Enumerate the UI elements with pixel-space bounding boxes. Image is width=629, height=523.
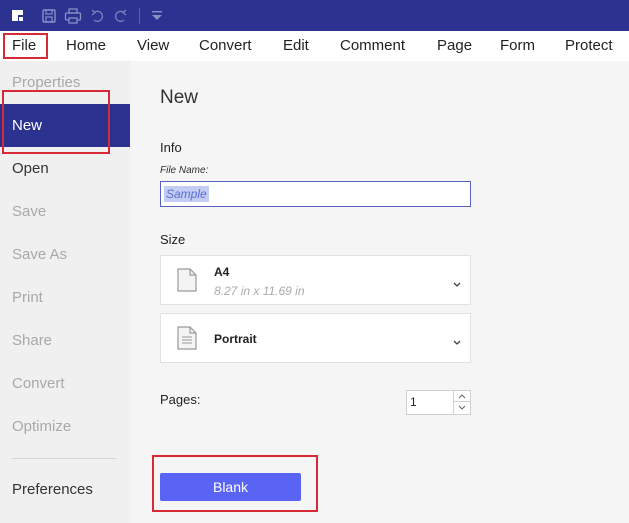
sidebar-item-share[interactable]: Share bbox=[12, 333, 52, 349]
spinner-down-icon[interactable] bbox=[454, 402, 470, 413]
chevron-down-icon bbox=[452, 276, 462, 294]
paper-size-dimensions: 8.27 in x 11.69 in bbox=[214, 284, 305, 298]
new-item-highlight bbox=[2, 90, 110, 154]
paper-size-dropdown[interactable]: A4 8.27 in x 11.69 in bbox=[160, 255, 471, 305]
sidebar-item-print[interactable]: Print bbox=[12, 290, 43, 306]
orientation-value: Portrait bbox=[214, 332, 257, 346]
pages-stepper[interactable]: 1 bbox=[406, 390, 471, 415]
menu-comment[interactable]: Comment bbox=[340, 38, 405, 54]
menu-protect[interactable]: Protect bbox=[565, 38, 613, 54]
menu-convert[interactable]: Convert bbox=[199, 38, 252, 54]
file-name-value: Sample bbox=[164, 186, 209, 202]
chevron-down-icon bbox=[452, 334, 462, 352]
page-title: New bbox=[160, 87, 199, 108]
orientation-dropdown[interactable]: Portrait bbox=[160, 313, 471, 363]
sidebar-item-preferences[interactable]: Preferences bbox=[12, 482, 93, 498]
file-name-label: File Name: bbox=[160, 165, 209, 176]
document-lines-icon bbox=[177, 326, 197, 355]
sidebar-item-open[interactable]: Open bbox=[12, 161, 49, 177]
app-logo-icon bbox=[8, 6, 28, 26]
pages-value: 1 bbox=[410, 395, 417, 409]
info-section-label: Info bbox=[160, 140, 182, 155]
sidebar-divider bbox=[12, 458, 116, 459]
sidebar-item-save[interactable]: Save bbox=[12, 204, 46, 220]
menu-page[interactable]: Page bbox=[437, 38, 472, 54]
menu-view[interactable]: View bbox=[137, 38, 169, 54]
undo-icon[interactable] bbox=[88, 6, 108, 26]
menu-edit[interactable]: Edit bbox=[283, 38, 309, 54]
title-bar bbox=[0, 0, 629, 31]
paper-size-name: A4 bbox=[214, 265, 230, 279]
size-section-label: Size bbox=[160, 232, 186, 247]
sidebar-item-optimize[interactable]: Optimize bbox=[12, 419, 71, 435]
sidebar-item-save-as[interactable]: Save As bbox=[12, 247, 67, 263]
toolbar-separator bbox=[139, 8, 140, 24]
customize-dropdown-icon[interactable] bbox=[147, 6, 167, 26]
stepper-arrows bbox=[453, 391, 470, 414]
file-name-input[interactable]: Sample bbox=[160, 181, 471, 207]
blank-button-highlight bbox=[152, 455, 318, 512]
pages-label: Pages: bbox=[160, 392, 201, 407]
spinner-up-icon[interactable] bbox=[454, 391, 470, 402]
menu-form[interactable]: Form bbox=[500, 38, 535, 54]
redo-icon[interactable] bbox=[110, 6, 130, 26]
print-icon[interactable] bbox=[63, 6, 83, 26]
file-menu-highlight bbox=[3, 33, 48, 59]
document-icon bbox=[177, 268, 197, 297]
menu-home[interactable]: Home bbox=[66, 38, 106, 54]
sidebar-item-convert[interactable]: Convert bbox=[12, 376, 65, 392]
sidebar-item-properties[interactable]: Properties bbox=[12, 75, 80, 91]
save-icon[interactable] bbox=[39, 6, 59, 26]
